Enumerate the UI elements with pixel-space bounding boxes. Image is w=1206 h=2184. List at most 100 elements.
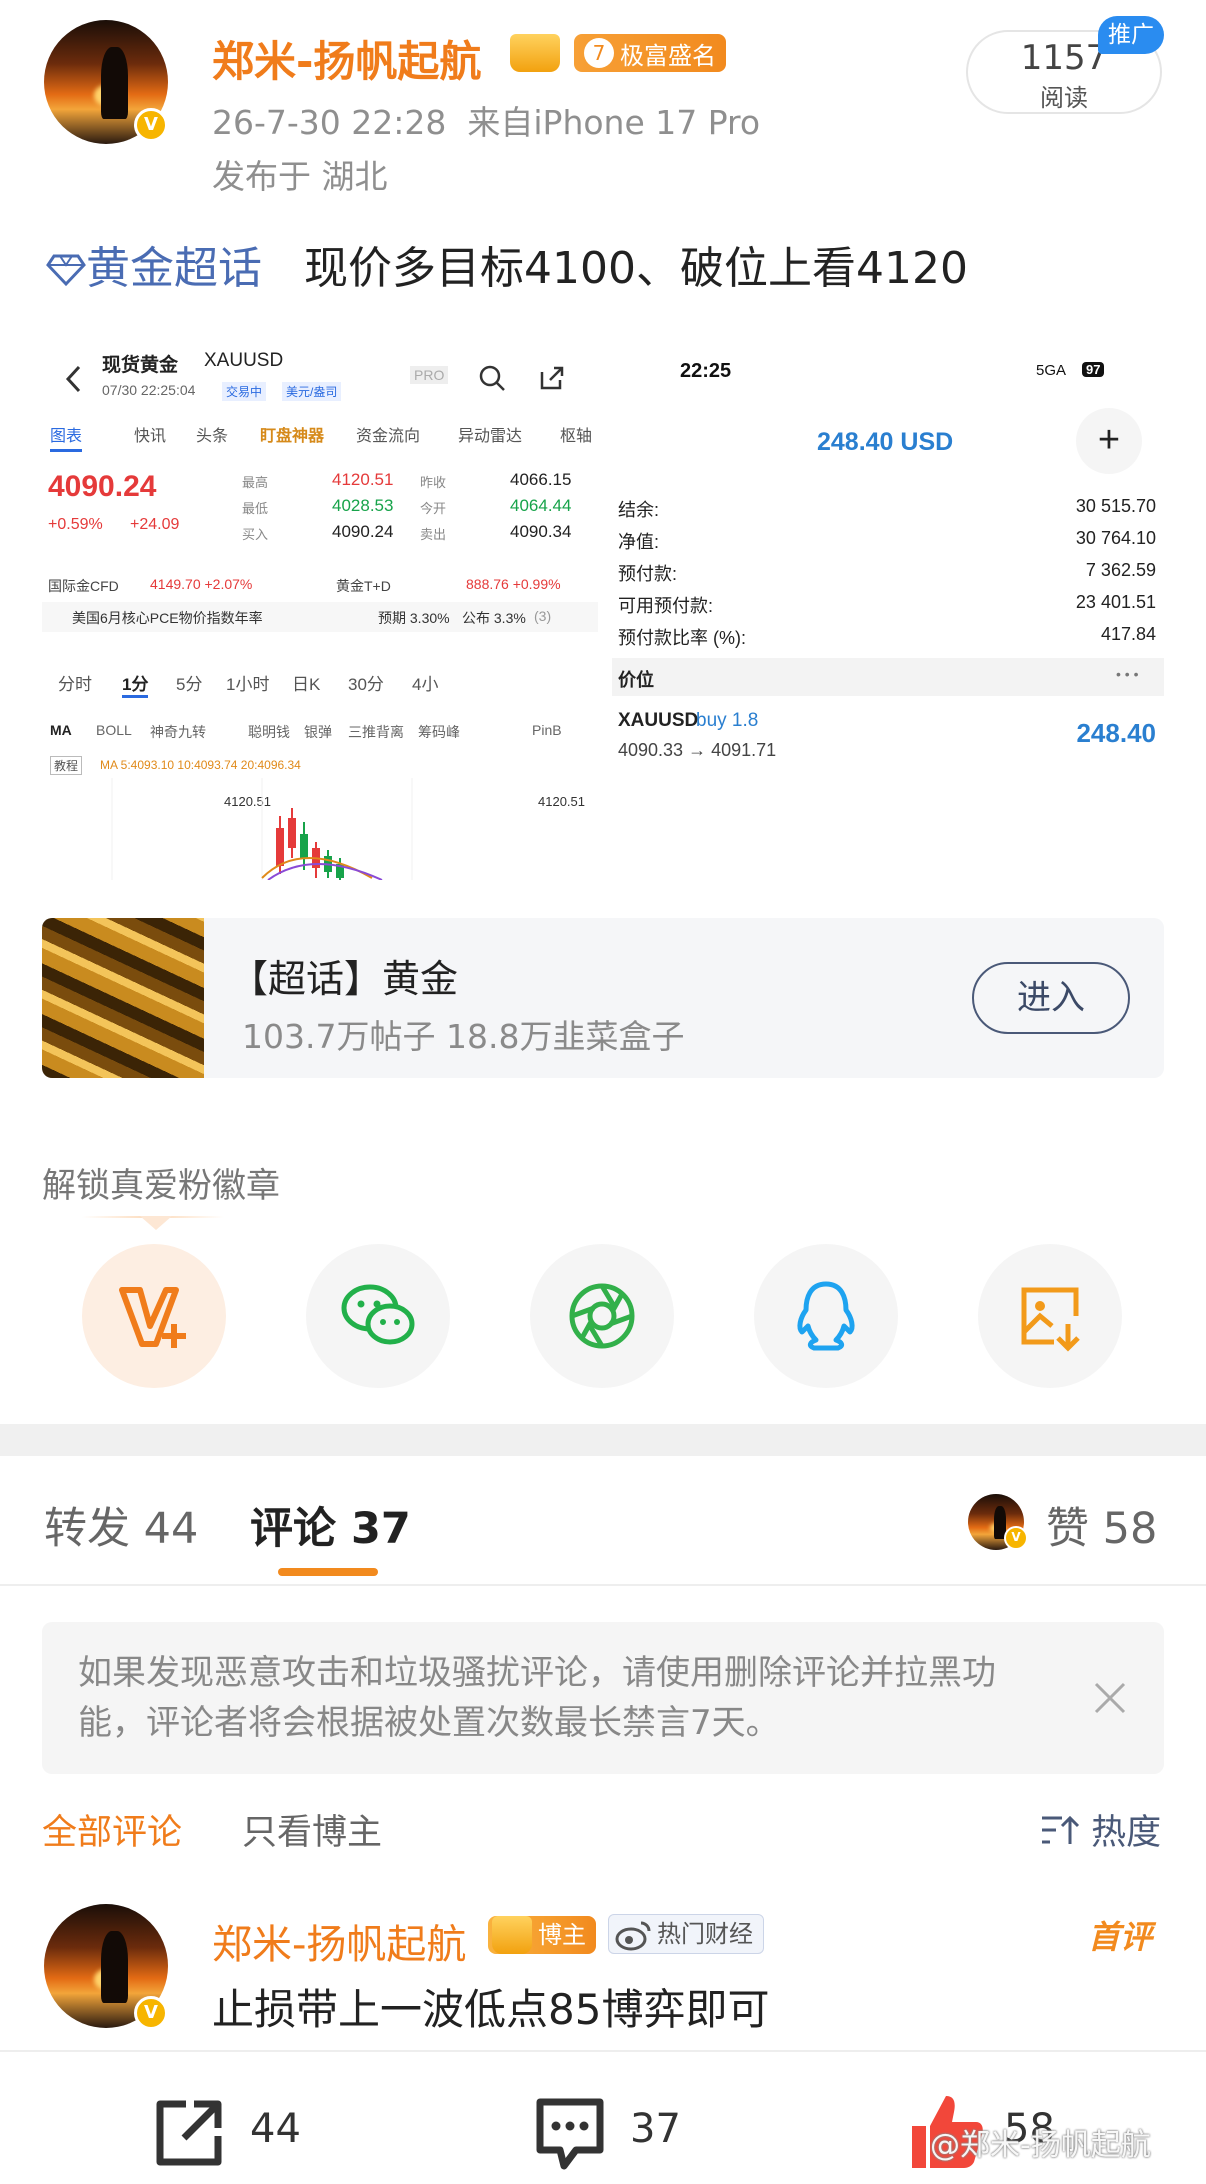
period-1h[interactable]: 1小时	[226, 670, 269, 695]
topic-card[interactable]: 【超话】黄金 103.7万帖子 18.8万韭菜盒子 进入	[42, 918, 1164, 1078]
ind-ma[interactable]: MA	[50, 722, 72, 738]
equity-label: 净值:	[618, 532, 660, 552]
filter-host-only[interactable]: 只看博主	[242, 1804, 382, 1855]
verified-icon: V	[134, 108, 168, 142]
quote-datetime: 07/30 22:25:04	[102, 382, 196, 398]
tab-radar[interactable]: 异动雷达	[458, 422, 522, 446]
post-image-quote[interactable]: 现货黄金 XAUUSD 07/30 22:25:04 交易中 美元/盎司 PRO…	[42, 338, 598, 880]
add-button[interactable]: +	[1076, 408, 1142, 474]
gold-bars-image	[42, 918, 204, 1078]
free-margin-label: 可用预付款:	[618, 596, 714, 616]
tab-like-label: 赞	[1046, 1504, 1089, 1554]
period-1m[interactable]: 1分	[122, 670, 149, 698]
crown-icon	[510, 34, 560, 72]
unlock-pointer	[140, 1216, 172, 1230]
moments-button[interactable]	[530, 1244, 674, 1388]
enter-button[interactable]: 进入	[972, 962, 1130, 1034]
host-crown-icon	[492, 1916, 532, 1954]
low-value: 4028.53	[332, 496, 394, 515]
qq-button[interactable]	[754, 1244, 898, 1388]
filter-all[interactable]: 全部评论	[42, 1804, 182, 1855]
commenter-name[interactable]: 郑米-扬帆起航	[212, 1912, 466, 1970]
prev-value: 4066.15	[510, 470, 572, 489]
tab-comment-count: 37	[350, 1504, 411, 1554]
commenter-verified-icon: V	[134, 1996, 168, 2030]
comment-icon	[536, 2098, 604, 2170]
period-5m[interactable]: 5分	[176, 670, 202, 695]
ind-silver[interactable]: 银弹	[304, 722, 332, 742]
weibo-icon	[615, 1921, 651, 1951]
section-header	[612, 658, 1164, 696]
wechat-button[interactable]	[306, 1244, 450, 1388]
candlestick-chart	[111, 778, 413, 880]
post-image-account[interactable]: 22:25 5GA 97 248.40 USD + 结余: 30 515.70 …	[612, 338, 1164, 880]
period-4h[interactable]: 4小	[412, 670, 438, 695]
tab-news[interactable]: 快讯	[134, 422, 166, 446]
v-plus-button[interactable]	[82, 1244, 226, 1388]
td-value: 888.76 +0.99%	[466, 576, 561, 592]
bottom-comment-count: 37	[630, 2106, 681, 2152]
network-label: 5GA	[1036, 362, 1067, 379]
pro-badge: PRO	[410, 366, 449, 384]
high-value: 4120.51	[332, 470, 394, 489]
ind-divergence[interactable]: 三推背离	[348, 722, 404, 742]
ind-td9[interactable]: 神奇九转	[150, 722, 206, 742]
indicator-row: MA BOLL 神奇九转 聪明钱 银弹 三推背离 筹码峰 PinB	[42, 722, 598, 748]
tab-comment-label: 评论	[250, 1504, 336, 1554]
prev-label: 昨收	[420, 475, 447, 490]
save-image-icon	[1021, 1287, 1080, 1352]
tab-repost-label: 转发	[44, 1504, 130, 1554]
liker-verified-icon: V	[1004, 1526, 1028, 1550]
tab-watch[interactable]: 盯盘神器	[260, 422, 324, 446]
more-icon[interactable]: • • •	[1116, 666, 1138, 682]
hot-finance-tag[interactable]: 热门财经	[608, 1914, 764, 1954]
quote-title: 现货黄金	[102, 355, 179, 376]
search-icon	[479, 365, 505, 391]
balance-value: 30 515.70	[1075, 496, 1156, 516]
ind-pinbar[interactable]: PinB	[532, 722, 562, 738]
post-meta: 26-7-30 22:28 来自iPhone 17 Pro	[212, 96, 760, 144]
period-30m[interactable]: 30分	[348, 670, 384, 695]
quote-price: 4090.24	[48, 470, 157, 503]
ind-chips[interactable]: 筹码峰	[418, 722, 460, 742]
high-label: 最高	[242, 475, 269, 490]
ma-values: MA 5:4093.10 10:4093.74 20:4096.34	[100, 758, 301, 772]
post-location: 发布于 湖北	[212, 157, 388, 196]
author-name[interactable]: 郑米-扬帆起航	[212, 28, 481, 89]
buy-value: 4090.24	[332, 522, 394, 541]
level-badge[interactable]: 7 极富盛名	[574, 34, 726, 72]
v-plus-icon	[119, 1287, 186, 1348]
host-badge: 博主	[488, 1916, 596, 1954]
tab-like[interactable]: 赞 58	[1046, 1494, 1157, 1556]
topic-link[interactable]: 黄金超话	[46, 243, 276, 294]
sort-button[interactable]: 热度	[1040, 1804, 1161, 1855]
cfd-value: 4149.70 +2.07%	[150, 576, 253, 592]
period-tick[interactable]: 分时	[58, 670, 92, 695]
weibo-watermark: @郑米-扬帆起航	[930, 2128, 1151, 2163]
tab-like-count: 58	[1102, 1504, 1158, 1554]
phone-clock: 22:25	[680, 360, 732, 382]
unlock-label: 解锁真爱粉徽章	[42, 1166, 280, 1206]
tab-flow[interactable]: 资金流向	[356, 422, 420, 446]
tab-pivot[interactable]: 枢轴	[560, 422, 592, 446]
host-badge-label: 博主	[538, 1921, 586, 1949]
qq-icon	[797, 1281, 855, 1351]
free-margin-value: 23 401.51	[1075, 592, 1156, 612]
period-day[interactable]: 日K	[292, 670, 320, 695]
bottom-repost-button[interactable]: 44	[150, 2094, 320, 2174]
level-number: 7	[584, 38, 614, 68]
ind-boll[interactable]: BOLL	[96, 722, 132, 738]
tab-comment[interactable]: 评论 37	[250, 1494, 411, 1556]
tutorial-tag[interactable]: 教程	[50, 756, 83, 775]
save-image-button[interactable]	[978, 1244, 1122, 1388]
tab-chart[interactable]: 图表	[50, 422, 83, 452]
cfd-label: 国际金CFD	[48, 578, 119, 594]
news-forecast: 预期 3.30%	[378, 610, 450, 626]
close-icon[interactable]	[1092, 1680, 1128, 1716]
post-text: 黄金超话 现价多目标4100、破位上看4120	[46, 232, 968, 296]
ind-smart[interactable]: 聪明钱	[248, 722, 290, 742]
post-content: 现价多目标4100、破位上看4120	[303, 243, 968, 294]
bottom-comment-button[interactable]: 37	[530, 2094, 700, 2174]
tab-repost[interactable]: 转发 44	[44, 1494, 198, 1556]
tab-headlines[interactable]: 头条	[196, 422, 228, 446]
